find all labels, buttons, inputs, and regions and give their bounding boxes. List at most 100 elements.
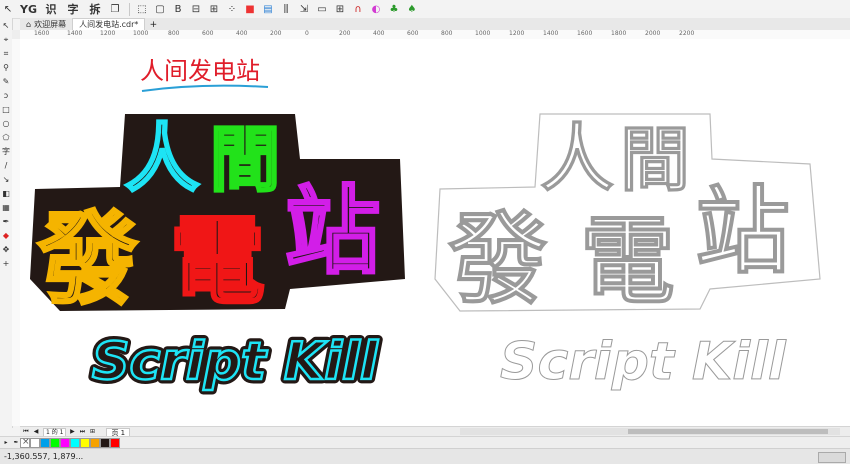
grid-select-icon[interactable]: ⊞ (332, 1, 348, 17)
polygon-tool-icon[interactable]: ⬠ (1, 133, 11, 143)
split-button[interactable]: 拆 (85, 1, 105, 17)
ruler-tick: 1800 (611, 30, 627, 37)
yg-button[interactable]: YG (18, 1, 39, 17)
ruler-tick: 600 (202, 30, 214, 37)
glyph-zhan: 站 (285, 177, 380, 287)
rectangle-tool-icon[interactable]: □ (1, 105, 11, 115)
distribute-icon[interactable]: ⫼ (278, 1, 294, 17)
eyedropper-tool-icon[interactable]: ✒ (1, 217, 11, 227)
outline-script-text: Script Kill (500, 332, 787, 392)
ruler-tick: 1600 (34, 30, 50, 37)
grid-icon[interactable]: ⊞ (206, 1, 222, 17)
ruler-tick: 200 (339, 30, 351, 37)
text-tool-icon[interactable]: 字 (1, 147, 11, 157)
smart-fill-icon[interactable]: ✥ (1, 245, 11, 255)
blend-tool-icon[interactable]: ◧ (1, 189, 11, 199)
palette-tool-icon[interactable]: ■ (242, 1, 258, 17)
color-swatch[interactable] (90, 438, 100, 448)
connector-tool-icon[interactable]: ↘ (1, 175, 11, 185)
color-swatch[interactable] (60, 438, 70, 448)
glyph-fa: 發 (37, 201, 138, 318)
handwritten-title[interactable]: 人间发电站 (140, 57, 260, 85)
add-tab-icon[interactable]: + (148, 20, 158, 30)
color-swatch[interactable] (80, 438, 90, 448)
frame-icon[interactable]: ▢ (152, 1, 168, 17)
glyph-dian: 電 (170, 207, 265, 317)
outline-logo[interactable]: 人 間 發 電 站 Script Kill (434, 113, 821, 393)
pick-tool-icon[interactable]: ↖ (1, 21, 11, 31)
outline-glyph-zhan: 站 (695, 177, 790, 287)
ruler-tick: 1000 (133, 30, 149, 37)
color-swatch[interactable] (110, 438, 120, 448)
ruler-tick: 400 (236, 30, 248, 37)
ruler-tick: 200 (270, 30, 282, 37)
first-page-icon[interactable]: ⏮ (22, 428, 30, 436)
glyph-ren: 人 (125, 116, 199, 202)
ruler-tick: 2000 (645, 30, 661, 37)
shape-tool-icon[interactable]: ⌖ (1, 35, 11, 45)
ruler-tick: 1600 (577, 30, 593, 37)
drawing-canvas[interactable]: 人间发电站 人 間 發 電 站 Script Kill Script Kill … (20, 39, 850, 426)
status-bar: -1,360.557, 1,879... (0, 448, 850, 464)
fill-tool-icon[interactable]: ◆ (1, 231, 11, 241)
crop-tool-icon[interactable]: ⌗ (1, 49, 11, 59)
brush-icon[interactable]: ♣ (386, 1, 402, 17)
add-page-icon[interactable]: ⊞ (88, 428, 96, 436)
outline-glyph-ren: 人 (540, 116, 614, 202)
horizontal-scrollbar[interactable] (460, 428, 840, 435)
toolbar-separator (129, 2, 130, 16)
scatter-icon[interactable]: ⁘ (224, 1, 240, 17)
script-text: Script Kill (92, 332, 379, 392)
palette-arrow-icon[interactable]: ▸ (2, 439, 10, 447)
align-icon[interactable]: ⊟ (188, 1, 204, 17)
ruler-tick: 1200 (100, 30, 116, 37)
title-underline (141, 84, 269, 92)
color-swatch[interactable] (100, 438, 110, 448)
ruler-tick: 1200 (509, 30, 525, 37)
transparency-tool-icon[interactable]: ▦ (1, 203, 11, 213)
next-page-icon[interactable]: ▶ (68, 428, 76, 436)
status-indicator (818, 452, 846, 463)
freehand-tool-icon[interactable]: ✎ (1, 77, 11, 87)
recognize-button[interactable]: 识 (41, 1, 61, 17)
eyedropper-icon[interactable]: ✒ (12, 439, 20, 447)
layers-icon[interactable]: ▤ (260, 1, 276, 17)
color-swatch[interactable] (70, 438, 80, 448)
color-wheel-icon[interactable]: ◐ (368, 1, 384, 17)
rectangle-icon[interactable]: ▭ (314, 1, 330, 17)
cursor-coordinates: -1,360.557, 1,879... (4, 452, 84, 461)
outline-glyph-jian: 間 (620, 119, 690, 201)
outline-glyph-fa: 發 (447, 201, 548, 318)
artistic-media-icon[interactable]: ↄ (1, 91, 11, 101)
pointer-tool-icon[interactable]: ↖ (0, 1, 16, 17)
tab-label: 欢迎屏幕 (34, 20, 67, 29)
copy-icon[interactable]: ❐ (107, 1, 123, 17)
color-swatch[interactable] (50, 438, 60, 448)
neon-logo[interactable]: 人 間 發 電 站 Script Kill Script Kill (30, 114, 405, 397)
add-tool-icon[interactable]: + (1, 259, 11, 269)
parallel-dimension-icon[interactable]: / (1, 161, 11, 171)
bold-b-icon[interactable]: B (170, 1, 186, 17)
no-fill-swatch[interactable]: × (20, 437, 30, 448)
zoom-tool-icon[interactable]: ⚲ (1, 63, 11, 73)
tab-welcome[interactable]: ⌂ 欢迎屏幕 (20, 19, 72, 30)
ellipse-tool-icon[interactable]: ○ (1, 119, 11, 129)
color-swatch[interactable] (40, 438, 50, 448)
scrollbar-thumb[interactable] (628, 429, 828, 434)
ruler-tick: 400 (373, 30, 385, 37)
color-swatch[interactable] (30, 438, 40, 448)
plugin-icon[interactable]: ♠ (404, 1, 420, 17)
ruler-tick: 600 (407, 30, 419, 37)
node-edit-icon[interactable]: ⬚ (134, 1, 150, 17)
last-page-icon[interactable]: ⏭ (78, 428, 86, 436)
ruler-tick: 800 (168, 30, 180, 37)
tab-document[interactable]: 人间发电站.cdr* (72, 18, 146, 30)
glyph-jian: 間 (210, 119, 280, 201)
text-button[interactable]: 字 (63, 1, 83, 17)
transform-icon[interactable]: ⇲ (296, 1, 312, 17)
magnet-icon[interactable]: ∩ (350, 1, 366, 17)
ruler-tick: 1000 (475, 30, 491, 37)
artwork-svg: 人间发电站 人 間 發 電 站 Script Kill Script Kill … (30, 57, 821, 397)
ruler-tick: 0 (305, 30, 309, 37)
prev-page-icon[interactable]: ◀ (32, 428, 40, 436)
